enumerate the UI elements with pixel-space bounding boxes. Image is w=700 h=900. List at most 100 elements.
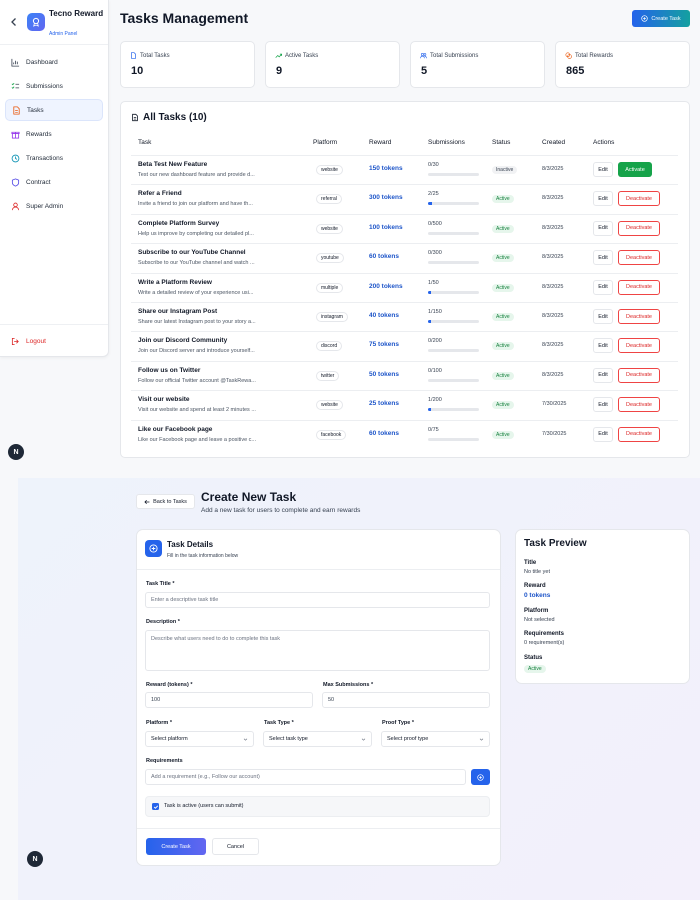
deactivate-button[interactable]: Deactivate — [618, 309, 660, 324]
task-description: Share our latest Instagram post to your … — [138, 319, 256, 325]
deactivate-button[interactable]: Deactivate — [618, 279, 660, 295]
logout-label: Logout — [26, 337, 46, 345]
reward-value: 50 tokens — [369, 370, 399, 378]
progress-fill — [428, 290, 432, 294]
title-label: Task Title * — [146, 581, 175, 587]
created-date: 8/3/2025 — [542, 342, 564, 349]
preview-status-label: Status — [524, 655, 543, 661]
reward-input[interactable]: 100 — [145, 692, 313, 708]
table-row: Write a Platform Review Write a detailed … — [131, 272, 678, 302]
deactivate-button[interactable]: Deactivate — [618, 220, 660, 236]
platform-select[interactable]: Select platform — [145, 731, 254, 747]
sidebar-item-contract[interactable]: Contract — [5, 171, 103, 193]
column-header: Status — [492, 139, 511, 146]
edit-button[interactable]: Edit — [593, 309, 613, 324]
edit-button[interactable]: Edit — [593, 338, 613, 354]
description-textarea[interactable]: Describe what users need to do to comple… — [145, 630, 490, 671]
check-icon — [153, 804, 158, 809]
submissions-count: 1/50 — [428, 279, 439, 286]
edit-button[interactable]: Edit — [593, 367, 613, 383]
sidebar-item-rewards[interactable]: Rewards — [5, 123, 103, 145]
file-icon — [13, 105, 20, 115]
column-header: Submissions — [428, 139, 465, 146]
stat-card-total-submissions: Total Submissions 5 — [410, 41, 545, 88]
created-date: 8/3/2025 — [542, 166, 564, 172]
table-row: Visit our website Visit our website and s… — [131, 390, 678, 419]
preview-title: Task Preview — [524, 538, 587, 549]
history-icon — [11, 154, 20, 162]
reward-value: 100 tokens — [369, 223, 403, 231]
task-description: Subscribe to our YouTube channel and wat… — [138, 260, 255, 267]
chevron-left-icon[interactable] — [9, 17, 19, 27]
platform-badge: youtube — [316, 253, 344, 264]
max-submissions-input[interactable]: 50 — [322, 692, 490, 708]
edit-button[interactable]: Edit — [593, 162, 613, 177]
sidebar-item-tasks[interactable]: Tasks — [5, 99, 103, 121]
preview-requirements-value: 0 requirement(s) — [524, 640, 565, 646]
created-date: 7/30/2025 — [542, 401, 567, 408]
edit-button[interactable]: Edit — [593, 191, 613, 207]
sidebar-item-super-admin[interactable]: Super Admin — [5, 195, 103, 217]
reward-value: 60 tokens — [369, 253, 399, 261]
edit-button[interactable]: Edit — [593, 220, 613, 236]
task-title-input[interactable]: Enter a descriptive task title — [145, 592, 490, 608]
edit-button[interactable]: Edit — [593, 279, 613, 295]
sidebar-item-submissions[interactable]: Submissions — [5, 75, 103, 97]
table-row: Subscribe to our YouTube Channel Subscrib… — [131, 243, 678, 272]
task-title: Subscribe to our YouTube Channel — [138, 249, 246, 257]
task-title: Join our Discord Community — [138, 337, 228, 345]
deactivate-button[interactable]: Deactivate — [618, 191, 660, 207]
add-requirement-button[interactable] — [471, 769, 490, 785]
task-description: Write a detailed review of your experien… — [138, 289, 254, 296]
reward-value: 40 tokens — [369, 312, 399, 319]
submissions-count: 0/75 — [428, 426, 439, 433]
sidebar-item-dashboard[interactable]: Dashboard — [5, 51, 103, 73]
status-badge: Active — [492, 224, 514, 233]
deactivate-button[interactable]: Deactivate — [618, 338, 660, 354]
platform-badge: discord — [316, 341, 343, 352]
task-type-select[interactable]: Select task type — [263, 731, 372, 747]
task-title: Like our Facebook page — [138, 425, 213, 433]
task-description: Like our Facebook page and leave a posit… — [138, 436, 257, 443]
task-title: Complete Platform Survey — [138, 219, 220, 227]
status-badge: Active — [492, 371, 514, 380]
deactivate-button[interactable]: Deactivate — [618, 367, 660, 383]
chart-icon — [11, 58, 20, 67]
users-icon — [420, 52, 427, 59]
description-placeholder: Describe what users need to do to comple… — [151, 636, 281, 642]
create-task-submit-button[interactable]: Create Task — [146, 838, 206, 855]
column-header: Reward — [369, 139, 392, 146]
reward-value: 25 tokens — [369, 400, 399, 408]
table-row: Join our Discord Community Join our Disco… — [131, 331, 678, 360]
create-task-button[interactable]: Create Task — [632, 10, 690, 27]
created-date: 8/3/2025 — [542, 283, 564, 290]
edit-button[interactable]: Edit — [593, 250, 613, 266]
task-title: Follow us on Twitter — [138, 366, 201, 374]
sidebar: Tecno Reward Admin Panel Dashboard Submi… — [0, 0, 109, 357]
back-to-tasks-button[interactable]: Back to Tasks — [136, 494, 195, 509]
activate-button[interactable]: Activate — [618, 162, 652, 177]
deactivate-button[interactable]: Deactivate — [618, 397, 660, 413]
task-description: Join our Discord server and introduce yo… — [138, 348, 255, 355]
deactivate-button[interactable]: Deactivate — [618, 426, 660, 442]
logout-button[interactable]: Logout — [5, 330, 103, 352]
proof-type-select[interactable]: Select proof type — [381, 731, 490, 747]
platform-badge: instagram — [316, 312, 348, 322]
chevron-down-icon — [479, 738, 484, 741]
task-description: Follow our official Twitter account @Tas… — [138, 377, 256, 384]
chevron-down-icon — [361, 738, 366, 741]
sidebar-item-label: Transactions — [26, 154, 63, 162]
reward-value: 200 tokens — [369, 282, 403, 290]
cancel-button[interactable]: Cancel — [212, 838, 259, 855]
deactivate-button[interactable]: Deactivate — [618, 250, 660, 266]
sidebar-item-transactions[interactable]: Transactions — [5, 147, 103, 169]
status-badge: Active — [492, 283, 514, 292]
active-checkbox[interactable] — [152, 803, 159, 810]
platform-badge: facebook — [316, 429, 347, 440]
edit-button[interactable]: Edit — [593, 426, 613, 442]
nextjs-badge[interactable]: N — [27, 851, 43, 867]
created-date: 7/30/2025 — [542, 430, 567, 437]
requirement-input[interactable]: Add a requirement (e.g., Follow our acco… — [145, 769, 466, 785]
nextjs-badge[interactable]: N — [8, 444, 24, 460]
edit-button[interactable]: Edit — [593, 397, 613, 413]
